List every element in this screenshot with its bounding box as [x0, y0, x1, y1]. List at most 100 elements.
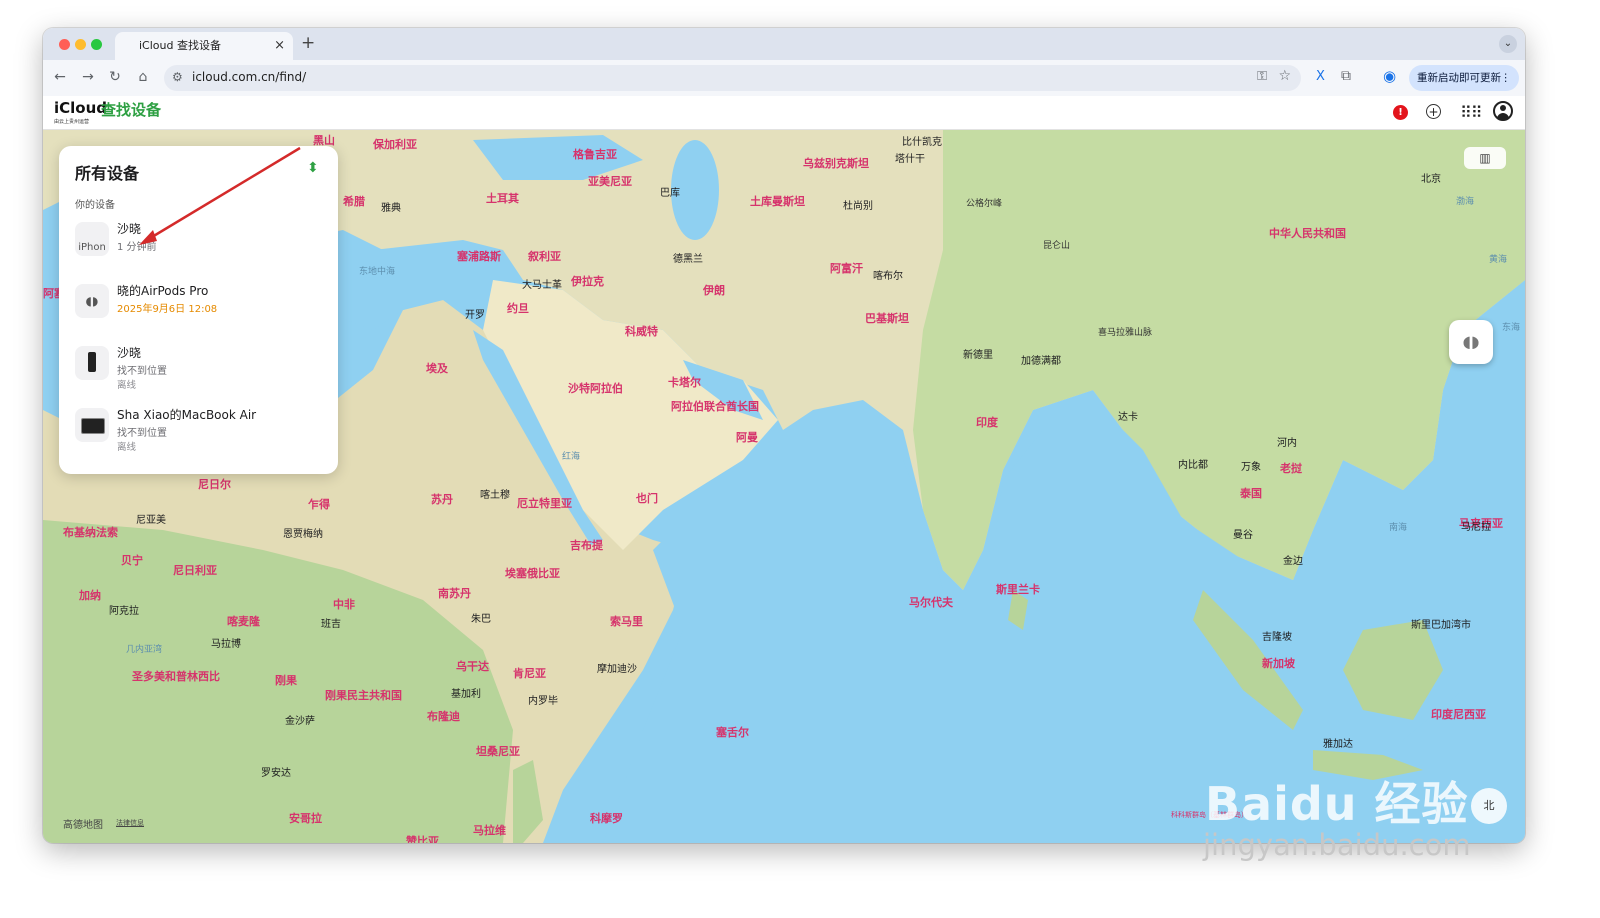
bookmark-star-icon[interactable]: ☆: [1278, 68, 1291, 84]
map-label: 叙利亚: [528, 250, 561, 263]
map-label: 东海: [1502, 323, 1521, 333]
map-label: 安哥拉: [289, 812, 322, 825]
map-label: 东地中海: [359, 267, 396, 277]
map-label: 刚果: [275, 674, 297, 687]
map-label: 厄立特里亚: [517, 497, 572, 510]
map-label: 马尔代夫: [909, 596, 953, 609]
icloud-logo[interactable]: iCloud: [54, 99, 107, 117]
airpods-icon: ◖◗: [75, 284, 109, 318]
map-label: 希腊: [343, 195, 365, 208]
map-label: 乌干达: [456, 660, 489, 673]
map-label: 布基纳法索: [63, 526, 118, 539]
map-label: 泰国: [1240, 487, 1262, 500]
device-item-phone-offline[interactable]: 沙晓 找不到位置 离线: [67, 338, 330, 398]
map-label: 喀麦隆: [227, 615, 260, 628]
tab-close-icon[interactable]: ×: [274, 32, 285, 60]
map-label: 科威特: [625, 325, 658, 338]
map-label: 刚果民主共和国: [325, 689, 402, 702]
site-info-icon[interactable]: ⚙: [172, 70, 183, 84]
map-label: 新德里: [963, 350, 993, 361]
browser-toolbar: ← → ↻ ⌂ ⚙ icloud.com.cn/find/ ⚿ ☆ X ⧉ ◉ …: [43, 60, 1525, 96]
map-label: 尼亚美: [136, 515, 166, 526]
tab-search-button[interactable]: ⌄: [1499, 35, 1517, 53]
more-menu-icon[interactable]: ⋮: [1501, 65, 1512, 91]
minimize-window-button[interactable]: [75, 39, 86, 50]
extensions-puzzle-icon[interactable]: ⧉: [1341, 68, 1351, 84]
map-view[interactable]: 中华人民共和国 土库曼斯坦 乌兹别克斯坦 阿富汗 巴基斯坦 伊朗 伊拉克 叙利亚…: [43, 130, 1525, 843]
password-key-icon[interactable]: ⚿: [1257, 69, 1267, 84]
map-label: 贝宁: [121, 554, 143, 567]
app-grid-icon[interactable]: ⠿⠿: [1460, 103, 1482, 122]
map-label: 吉隆坡: [1262, 632, 1292, 643]
map-label: 金边: [1283, 556, 1303, 567]
map-label: 南苏丹: [438, 587, 471, 600]
device-detail: 离线: [117, 380, 137, 391]
map-label: 肯尼亚: [513, 667, 546, 680]
map-label: 喀土穆: [480, 490, 510, 501]
airpods-location-marker[interactable]: ◖◗: [1449, 320, 1493, 364]
account-avatar-icon[interactable]: [1493, 101, 1513, 121]
map-label: 伊拉克: [571, 275, 604, 288]
map-label: 开罗: [465, 310, 485, 321]
map-label: 印度尼西亚: [1431, 708, 1486, 721]
new-tab-button[interactable]: +: [301, 33, 315, 53]
add-icon[interactable]: +: [1426, 104, 1441, 119]
compass-button[interactable]: 北: [1471, 788, 1507, 824]
watermark-url: jingyan.baidu.com: [1203, 828, 1471, 862]
maximize-window-button[interactable]: [91, 39, 102, 50]
map-label: 昆仑山: [1043, 241, 1071, 251]
device-status: 找不到位置: [117, 428, 167, 439]
map-label: 喜马拉雅山脉: [1098, 328, 1153, 338]
land-borneo: [1343, 620, 1443, 720]
map-label: 朱巴: [471, 614, 491, 625]
profile-icon[interactable]: ◉: [1383, 67, 1396, 85]
watermark-logo: Baidu 经验: [1205, 777, 1469, 831]
map-label: 内罗毕: [528, 696, 558, 707]
map-label: 恩贾梅纳: [283, 529, 323, 540]
home-icon[interactable]: ⌂: [134, 69, 152, 85]
map-label: 雅加达: [1323, 739, 1353, 750]
reload-icon[interactable]: ↻: [106, 69, 124, 85]
address-bar[interactable]: ⚙ icloud.com.cn/find/ ⚿ ☆: [164, 65, 1301, 91]
back-icon[interactable]: ←: [51, 69, 69, 85]
map-label: 埃及: [426, 362, 448, 375]
map-label: 大马士革: [522, 280, 562, 291]
device-item-macbook[interactable]: Sha Xiao的MacBook Air 找不到位置 离线: [67, 400, 330, 460]
alert-icon[interactable]: !: [1393, 105, 1408, 120]
map-label: 印度: [976, 416, 998, 429]
map-label: 坦桑尼亚: [476, 745, 520, 758]
map-label: 马拉博: [211, 639, 241, 650]
map-label: 土库曼斯坦: [750, 195, 805, 208]
tab-icloud-find[interactable]: iCloud 查找设备 ×: [115, 32, 293, 60]
close-window-button[interactable]: [59, 39, 70, 50]
map-label: 达卡: [1118, 412, 1138, 423]
map-label: 乍得: [308, 498, 330, 511]
app-title: 查找设备: [101, 101, 162, 119]
device-name: 沙晓: [117, 346, 142, 360]
extension-x-icon[interactable]: X: [1316, 69, 1325, 84]
map-label: 中非: [333, 598, 355, 611]
address-url[interactable]: icloud.com.cn/find/: [192, 70, 306, 84]
map-label: 万象: [1241, 462, 1261, 473]
map-mode-button[interactable]: ▥: [1464, 147, 1506, 169]
map-label: 公格尔峰: [966, 199, 1003, 209]
annotation-arrow: [139, 146, 301, 245]
tab-strip: iCloud 查找设备 × + ⌄: [43, 28, 1525, 60]
map-label: 也门: [636, 492, 658, 505]
legal-link[interactable]: 法律信息: [116, 818, 144, 828]
map-label: 南海: [1389, 523, 1408, 533]
browser-window: iCloud 查找设备 × + ⌄ ← → ↻ ⌂ ⚙ icloud.com.c…: [43, 28, 1525, 843]
map-label: 保加利亚: [373, 138, 417, 151]
map-label: 圣多美和普林西比: [132, 670, 220, 683]
device-item-airpods[interactable]: ◖◗ 晓的AirPods Pro 2025年9月6日 12:08: [67, 276, 330, 336]
map-label: 基加利: [451, 689, 481, 700]
map-label: 渤海: [1456, 197, 1475, 207]
map-label: 伊朗: [703, 284, 725, 297]
map-label: 尼日利亚: [173, 564, 217, 577]
device-status: 找不到位置: [117, 366, 167, 377]
tab-title: iCloud 查找设备: [139, 39, 221, 52]
forward-icon[interactable]: →: [79, 69, 97, 85]
map-label: 黄海: [1489, 255, 1508, 265]
relaunch-update-button[interactable]: 重新启动即可更新 ⋮: [1409, 65, 1519, 91]
map-label: 罗安达: [261, 768, 291, 779]
